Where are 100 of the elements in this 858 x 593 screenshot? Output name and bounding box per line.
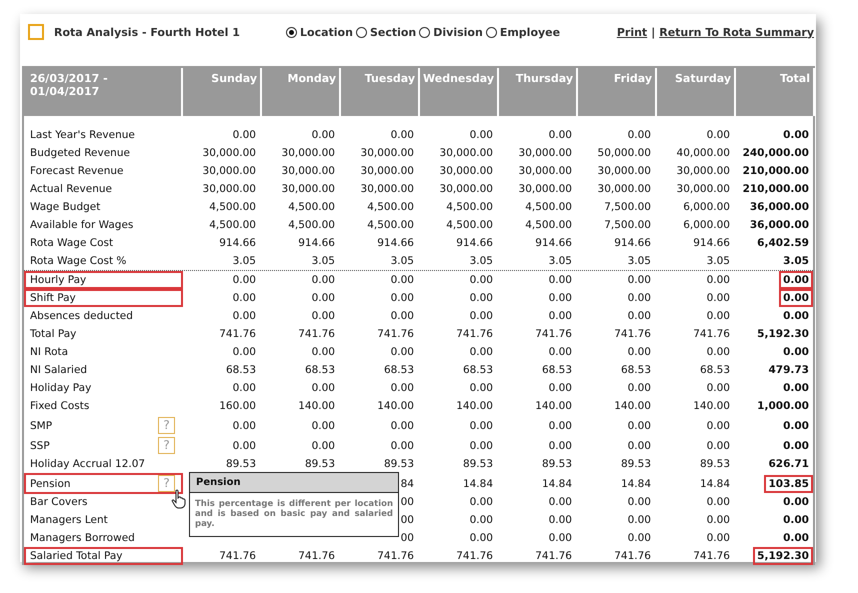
table-cell-text: 0.00	[782, 345, 810, 360]
table-cell-text: 0.00	[548, 128, 573, 143]
table-cell-text: 30,000.00	[596, 164, 652, 179]
row-label: Shift Pay	[30, 292, 76, 304]
table-cell-text: 30,000.00	[518, 164, 573, 179]
column-header: Saturday	[657, 68, 736, 116]
row-label: Last Year's Revenue	[30, 129, 135, 141]
table-cell-text: 0.00	[706, 309, 731, 324]
table-cell-text: 30,000.00	[518, 182, 573, 197]
table-cell-text: 30,000.00	[438, 182, 494, 197]
table-cell: 0.00	[779, 271, 813, 289]
table-cell-text: 0.00	[706, 418, 731, 434]
table-cell-text: 3.05	[626, 254, 652, 269]
table-cell-text: 741.76	[376, 549, 415, 564]
table-cell-text: 0.00	[548, 381, 573, 396]
table-cell-text: 0.00	[390, 273, 415, 288]
column-header: Monday	[262, 68, 341, 116]
print-link[interactable]: Print	[616, 26, 648, 38]
table-cell-text: 0.00	[626, 531, 652, 546]
column-header: Friday	[578, 68, 657, 116]
table-cell-text: 0.00	[626, 381, 652, 396]
table-cell-text: 0.00	[548, 273, 573, 288]
table-cell-text: 0.00	[390, 438, 415, 454]
table-cell-text: 0.00	[548, 291, 573, 306]
table-cell-text: 14.84	[462, 476, 494, 492]
table-cell-text: 4,500.00	[287, 200, 336, 215]
table-cell-text: 741.76	[613, 327, 652, 342]
table-cell-text: 140.00	[297, 399, 336, 414]
table-cell-text: 89.53	[304, 457, 336, 472]
table-cell-text: 0.00	[706, 345, 731, 360]
return-link[interactable]: Return To Rota Summary	[659, 26, 814, 38]
row-label: Managers Lent	[30, 514, 108, 526]
table-cell-text: 0.00	[468, 495, 494, 510]
radio-option[interactable]: Division	[419, 26, 483, 38]
table-cell-text: 0.00	[626, 513, 652, 528]
row-label: Salaried Total Pay	[30, 550, 123, 562]
table-cell-text: 14.84	[620, 476, 652, 492]
table-cell-text: 30,000.00	[676, 182, 731, 197]
table-cell-text: 0.00	[548, 438, 573, 454]
table-cell-text: 0.00	[390, 309, 415, 324]
radio-option[interactable]: Employee	[486, 26, 560, 38]
table-cell-text: 0.00	[310, 381, 336, 396]
table-cell-text: 210,000.00	[742, 182, 810, 197]
table-cell-text: 0.00	[548, 309, 573, 324]
table-cell-text: 4,500.00	[445, 218, 494, 233]
table-cell-text: 140.00	[613, 399, 652, 414]
table-cell-text: 30,000.00	[596, 182, 652, 197]
row-label: NI Salaried	[30, 364, 88, 376]
row-label: SMP	[30, 420, 52, 432]
radio-option[interactable]: Location	[286, 26, 353, 38]
column-header: 26/03/2017 - 01/04/2017	[24, 68, 183, 116]
row-label: Wage Budget	[30, 201, 100, 213]
table-cell-text: 4,500.00	[208, 200, 257, 215]
table-cell-text: 89.53	[698, 457, 731, 472]
table-cell-text: 68.53	[620, 363, 652, 378]
table-cell-text: 4,500.00	[366, 218, 415, 233]
column-header: Wednesday	[420, 68, 499, 116]
table-cell-text: 914.66	[376, 236, 415, 251]
table-cell-text: 0.00	[626, 273, 652, 288]
table-cell-text: 0.00	[310, 438, 336, 454]
table-cell-text: 00	[400, 513, 415, 528]
table-cell-text: 140.00	[376, 399, 415, 414]
table-cell-text: 914.66	[613, 236, 652, 251]
table-cell-text: 30,000.00	[202, 182, 257, 197]
table-cell-text: 741.76	[455, 549, 494, 564]
radio-option[interactable]: Section	[356, 26, 416, 38]
table-cell-text: 0.00	[706, 513, 731, 528]
table-cell-text: 0.00	[468, 418, 494, 434]
row-label: Fixed Costs	[30, 400, 90, 412]
row-label: SSP	[30, 440, 50, 452]
table-cell-text: 914.66	[455, 236, 494, 251]
table-cell-text: 0.00	[232, 438, 257, 454]
table-cell-text: 4,500.00	[287, 218, 336, 233]
table-cell-text: 0.00	[232, 345, 257, 360]
table-cell-text: 741.76	[692, 327, 731, 342]
table-cell-text: 6,000.00	[682, 218, 731, 233]
row-label: Rota Wage Cost	[30, 237, 114, 249]
table-cell-text: 0.00	[782, 418, 810, 434]
table-cell-text: 89.53	[540, 457, 573, 472]
row-label: Forecast Revenue	[30, 165, 124, 177]
page-title: Rota Analysis - Fourth Hotel 1	[54, 26, 241, 38]
table-cell-text: 6,000.00	[682, 200, 731, 215]
table-cell-text: 0.00	[706, 291, 731, 306]
table-cell-text: 0.00	[232, 273, 257, 288]
table-cell-text: 140.00	[692, 399, 731, 414]
table-cell-text: 741.76	[534, 327, 573, 342]
table-cell-text: 00	[400, 495, 415, 510]
table-cell-text: 30,000.00	[280, 146, 336, 161]
table-cell-text: 914.66	[218, 236, 257, 251]
table-cell-text: 30,000.00	[202, 164, 257, 179]
table-cell-text: 4,500.00	[524, 218, 573, 233]
table-cell-text: 0.00	[390, 291, 415, 306]
table-cell-text: 3.05	[232, 254, 257, 269]
table-cell-text: 3.05	[548, 254, 573, 269]
table-cell-text: 0.00	[468, 345, 494, 360]
table-cell-text: 0.00	[782, 309, 810, 324]
tooltip-title: Pension	[190, 473, 398, 493]
row-label: Managers Borrowed	[30, 532, 135, 544]
table-cell-text: 0.00	[548, 418, 573, 434]
table-cell-text: 914.66	[297, 236, 336, 251]
